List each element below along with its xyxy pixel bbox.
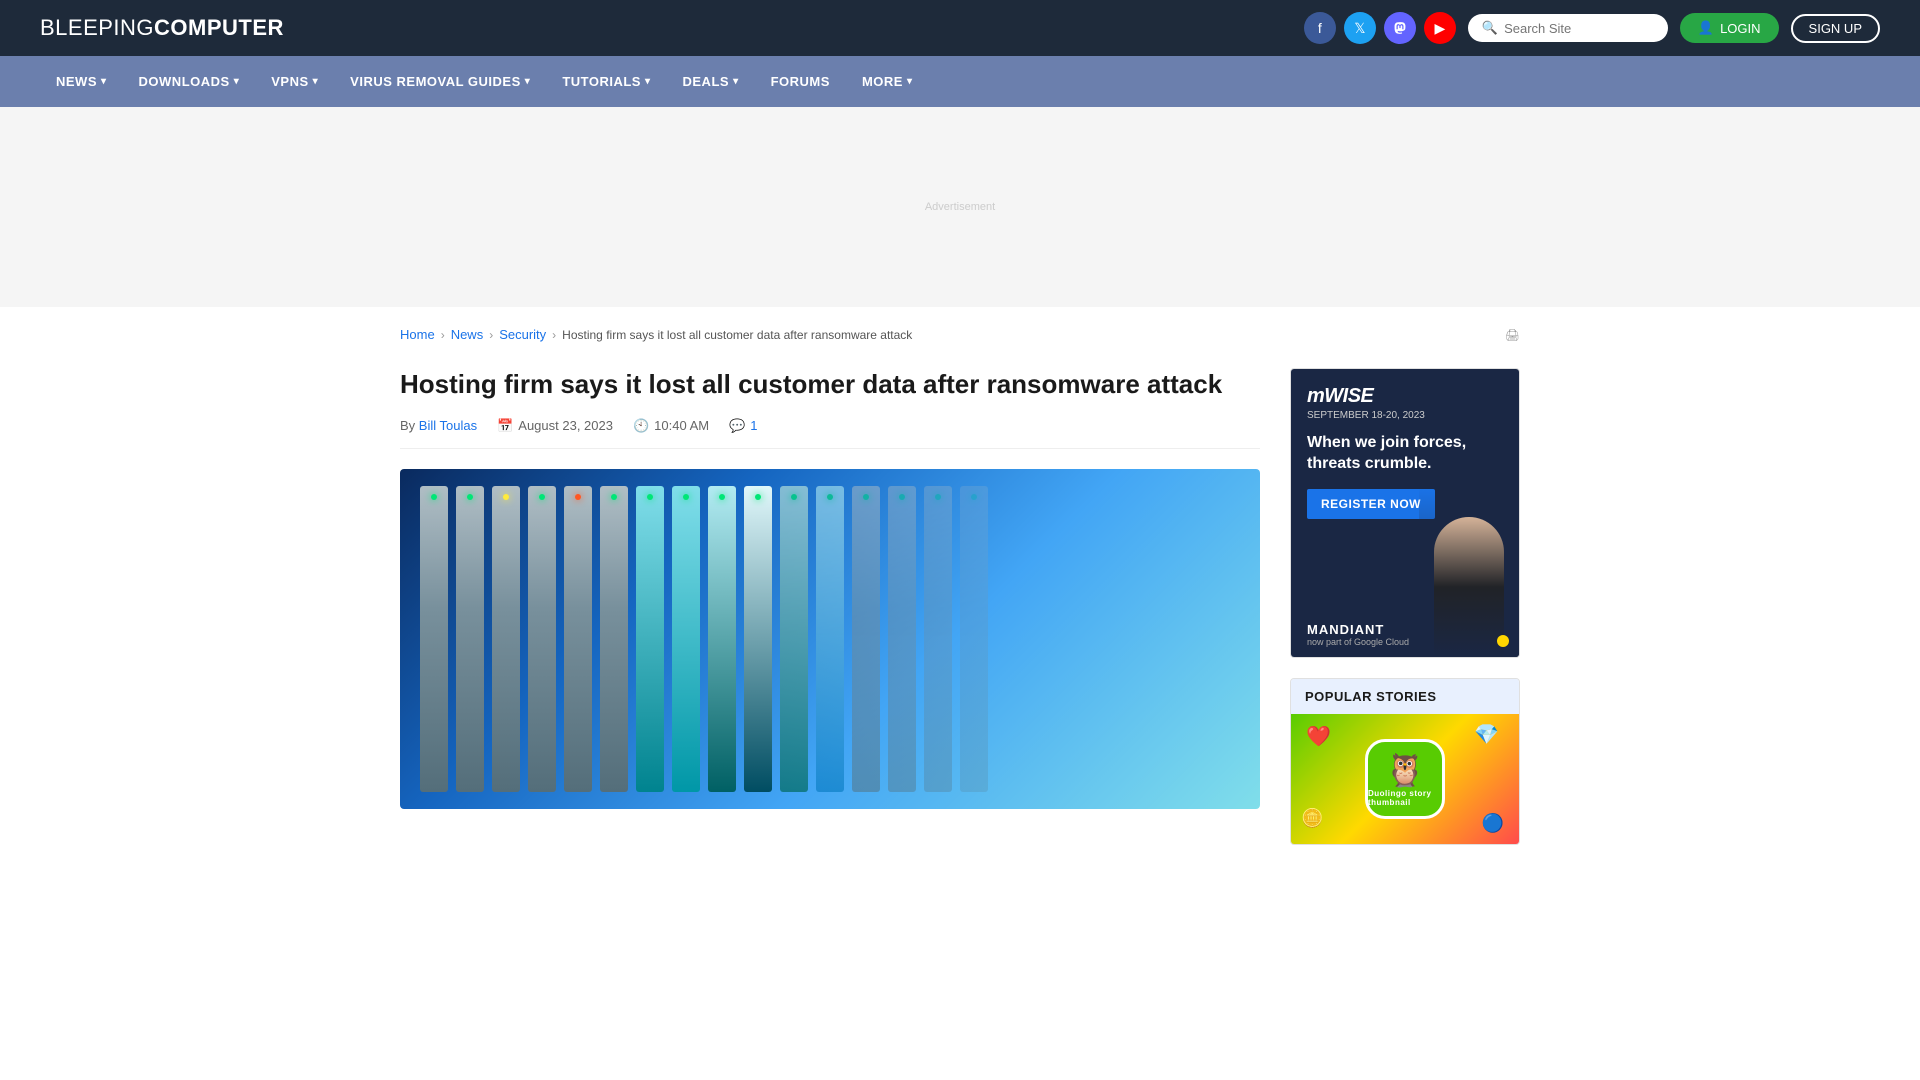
user-icon: 👤 — [1698, 20, 1714, 36]
signup-button[interactable]: SIGN UP — [1791, 14, 1880, 43]
rack-unit — [744, 486, 772, 792]
popular-story-thumbnail[interactable]: ❤️ 💎 🪙 🔵 🦉 Duolingo story thumbnail — [1291, 714, 1519, 844]
rack-unit — [600, 486, 628, 792]
article-date: 📅 August 23, 2023 — [497, 418, 613, 434]
logo-bold: COMPUTER — [154, 15, 284, 40]
breadcrumb-separator: › — [552, 328, 556, 342]
sidebar: mWISE SEPTEMBER 18-20, 2023 When we join… — [1290, 368, 1520, 845]
article-image — [400, 469, 1260, 809]
ad-corner-dot — [1497, 635, 1509, 647]
rack-unit — [780, 486, 808, 792]
content-area: Hosting firm says it lost all customer d… — [400, 368, 1520, 845]
facebook-icon[interactable]: f — [1304, 12, 1336, 44]
rack-unit — [816, 486, 844, 792]
rack-unit — [852, 486, 880, 792]
sidebar-ad: mWISE SEPTEMBER 18-20, 2023 When we join… — [1290, 368, 1520, 658]
breadcrumb-security[interactable]: Security — [499, 327, 546, 342]
nav-item-news[interactable]: NEWS ▾ — [40, 56, 123, 107]
twitter-icon[interactable]: 𝕏 — [1344, 12, 1376, 44]
article-comments: 💬 1 — [729, 418, 757, 434]
header-right: f 𝕏 ▶ 🔍 👤 LOGIN SIGN UP — [1304, 12, 1880, 44]
nav-item-virus-removal[interactable]: VIRUS REMOVAL GUIDES ▾ — [334, 56, 546, 107]
search-icon: 🔍 — [1482, 20, 1498, 36]
ad-register-button[interactable]: REGISTER NOW — [1307, 489, 1435, 519]
rack-unit — [924, 486, 952, 792]
breadcrumb-home[interactable]: Home — [400, 327, 435, 342]
rack-unit — [672, 486, 700, 792]
article-main: Hosting firm says it lost all customer d… — [400, 368, 1260, 845]
search-input[interactable] — [1504, 21, 1654, 36]
breadcrumb: Home › News › Security › Hosting firm sa… — [400, 307, 1520, 358]
rack-unit — [528, 486, 556, 792]
breadcrumb-news[interactable]: News — [451, 327, 484, 342]
ad-person-image — [1419, 487, 1519, 657]
article-author: By Bill Toulas — [400, 418, 477, 433]
logo-light: BLEEPING — [40, 15, 154, 40]
chevron-down-icon: ▾ — [313, 76, 319, 87]
chevron-down-icon: ▾ — [525, 76, 531, 87]
login-button[interactable]: 👤 LOGIN — [1680, 13, 1779, 43]
chevron-down-icon: ▾ — [234, 76, 240, 87]
ad-banner: Advertisement — [0, 107, 1920, 307]
duolingo-logo: 🦉 Duolingo story thumbnail — [1365, 739, 1445, 819]
main-nav: NEWS ▾ DOWNLOADS ▾ VPNS ▾ VIRUS REMOVAL … — [0, 56, 1920, 107]
decorative-coin: 🪙 — [1301, 808, 1323, 829]
signup-label: SIGN UP — [1809, 21, 1862, 36]
comments-link[interactable]: 1 — [750, 418, 757, 433]
nav-item-tutorials[interactable]: TUTORIALS ▾ — [546, 56, 666, 107]
print-icon[interactable]: 🖨 — [1505, 328, 1520, 342]
nav-item-downloads[interactable]: DOWNLOADS ▾ — [123, 56, 256, 107]
chevron-down-icon: ▾ — [733, 76, 739, 87]
youtube-icon[interactable]: ▶ — [1424, 12, 1456, 44]
chevron-down-icon: ▾ — [907, 76, 913, 87]
chevron-down-icon: ▾ — [645, 76, 651, 87]
search-box[interactable]: 🔍 — [1468, 14, 1668, 42]
ad-logo: mWISE — [1307, 385, 1503, 408]
rack-unit — [636, 486, 664, 792]
decorative-gem: 💎 — [1474, 722, 1499, 747]
popular-stories: POPULAR STORIES ❤️ 💎 🪙 🔵 🦉 Duolingo stor… — [1290, 678, 1520, 845]
article-meta: By Bill Toulas 📅 August 23, 2023 🕙 10:40… — [400, 418, 1260, 449]
nav-item-forums[interactable]: FORUMS — [755, 56, 846, 107]
calendar-icon: 📅 — [497, 418, 513, 434]
breadcrumb-separator: › — [441, 328, 445, 342]
rack-unit — [456, 486, 484, 792]
site-logo[interactable]: BLEEPINGCOMPUTER — [40, 15, 284, 41]
decorative-heart: ❤️ — [1306, 724, 1331, 749]
social-icons: f 𝕏 ▶ — [1304, 12, 1456, 44]
ad-date: SEPTEMBER 18-20, 2023 — [1307, 410, 1503, 421]
rack-unit — [420, 486, 448, 792]
rack-unit — [492, 486, 520, 792]
article-title: Hosting firm says it lost all customer d… — [400, 368, 1260, 402]
decorative-orb: 🔵 — [1482, 813, 1504, 834]
nav-item-more[interactable]: MORE ▾ — [846, 56, 929, 107]
rack-unit — [888, 486, 916, 792]
article-time: 🕙 10:40 AM — [633, 418, 709, 434]
ad-brand: MANDIANT now part of Google Cloud — [1307, 622, 1409, 647]
server-rack — [400, 469, 1260, 809]
comment-icon: 💬 — [729, 418, 745, 434]
popular-stories-header: POPULAR STORIES — [1291, 679, 1519, 714]
chevron-down-icon: ▾ — [101, 76, 107, 87]
login-label: LOGIN — [1720, 21, 1760, 36]
ad-headline: When we join forces, threats crumble. — [1307, 433, 1503, 475]
site-header: BLEEPINGCOMPUTER f 𝕏 ▶ 🔍 👤 LOGIN SIGN UP — [0, 0, 1920, 56]
rack-unit — [708, 486, 736, 792]
clock-icon: 🕙 — [633, 418, 649, 434]
mastodon-icon[interactable] — [1384, 12, 1416, 44]
author-link[interactable]: Bill Toulas — [419, 418, 477, 433]
rack-unit — [564, 486, 592, 792]
main-wrapper: Home › News › Security › Hosting firm sa… — [360, 307, 1560, 845]
nav-item-deals[interactable]: DEALS ▾ — [667, 56, 755, 107]
breadcrumb-current: Hosting firm says it lost all customer d… — [562, 328, 912, 342]
nav-item-vpns[interactable]: VPNS ▾ — [255, 56, 334, 107]
rack-unit — [960, 486, 988, 792]
breadcrumb-separator: › — [489, 328, 493, 342]
